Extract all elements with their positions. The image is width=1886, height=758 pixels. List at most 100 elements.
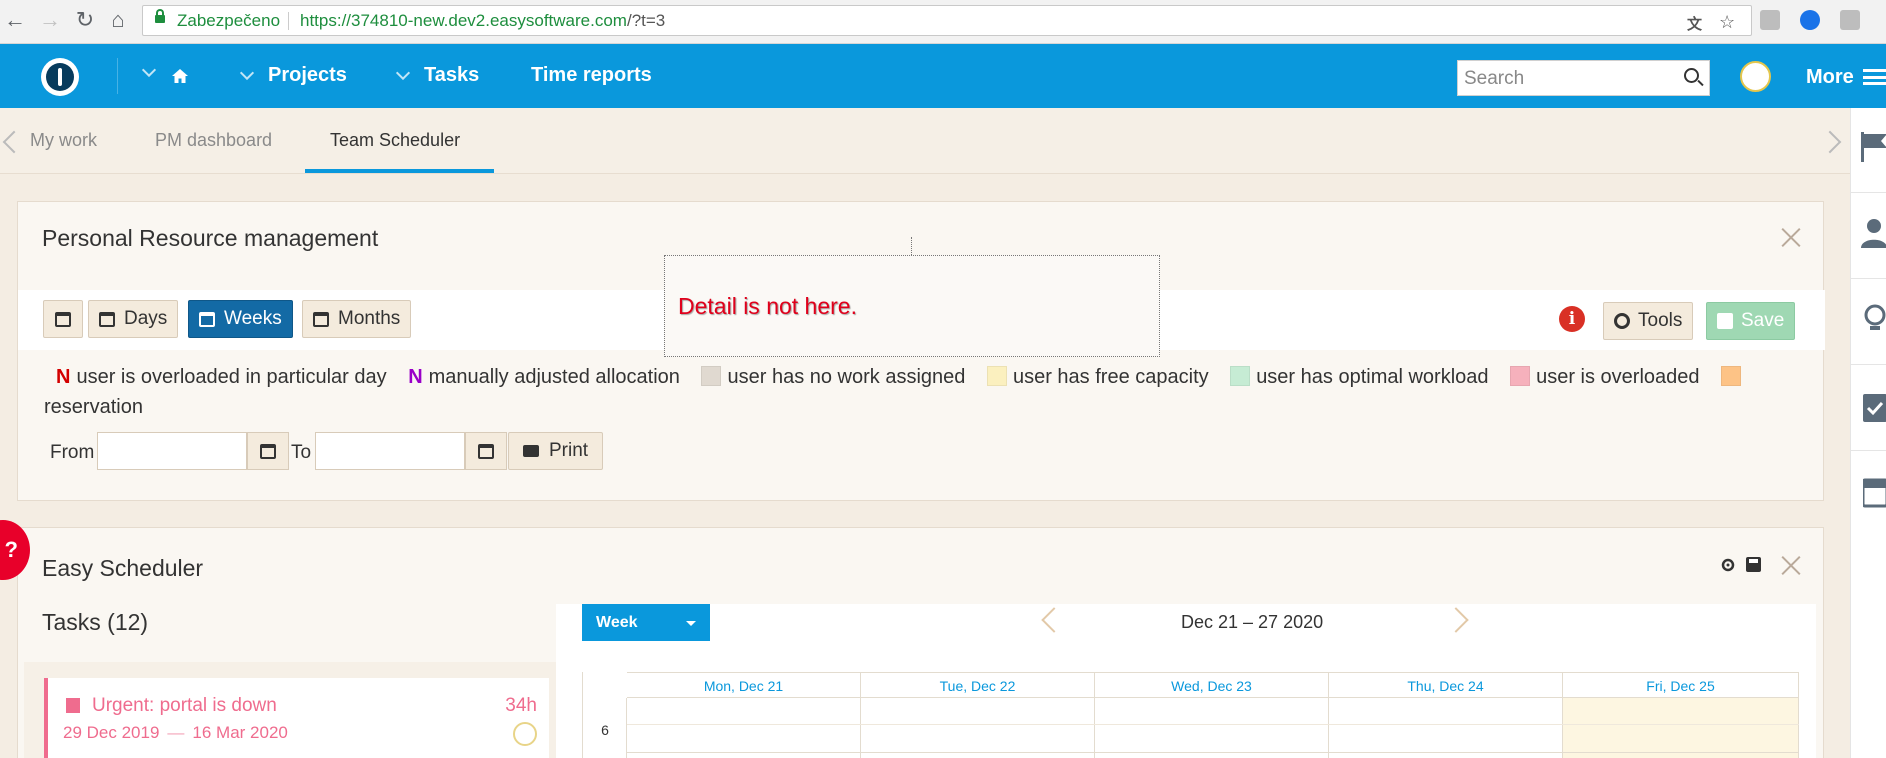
home-page-icon[interactable]: ⌂ (106, 7, 130, 32)
url-host: https://374810-new.dev2.easysoftware.com (300, 11, 627, 30)
tools-button[interactable]: Tools (1603, 302, 1694, 340)
chevron-down-icon (239, 65, 255, 80)
day-column[interactable] (861, 698, 1095, 758)
overloaded-day-mark: N (56, 366, 71, 388)
tasks-heading: Tasks (12) (42, 609, 149, 635)
day-header: Mon, Dec 21 (627, 672, 861, 698)
tab-my-work[interactable]: My work (30, 130, 97, 151)
info-icon[interactable]: i (1559, 306, 1585, 332)
hour-gridline (627, 752, 1799, 753)
flag-icon[interactable] (1861, 132, 1886, 162)
from-date-input[interactable] (97, 432, 247, 470)
nav-projects-label: Projects (268, 64, 347, 86)
close-icon[interactable] (1780, 226, 1802, 248)
url-text: https://374810-new.dev2.easysoftware.com… (300, 11, 665, 31)
hour-label: 6 (601, 722, 609, 738)
extension-search-icon[interactable] (1800, 10, 1820, 30)
tabs-right-arrow-icon[interactable] (1818, 130, 1842, 154)
to-date-picker-button[interactable] (465, 432, 507, 470)
bookmark-star-icon[interactable]: ☆ (1719, 12, 1735, 33)
tab-pm-dashboard[interactable]: PM dashboard (155, 130, 272, 151)
reload-icon[interactable]: ↻ (73, 7, 97, 32)
chevron-down-icon[interactable] (141, 62, 157, 78)
sidebar-divider (1851, 364, 1886, 365)
task-dates: 29 Dec 2019—16 Mar 2020 (63, 723, 288, 742)
task-end-date: 16 Mar 2020 (192, 723, 288, 742)
swatch-reservation (1721, 366, 1742, 386)
task-hours: 34h (505, 695, 537, 716)
view-select[interactable]: Week (582, 604, 710, 641)
swatch-free-capacity (986, 366, 1007, 386)
day-column-today[interactable] (1563, 698, 1799, 758)
day-column[interactable] (1329, 698, 1563, 758)
task-title: Urgent: portal is down (92, 695, 277, 716)
save-label: Save (1741, 310, 1785, 331)
browser-toolbar: ← → ↻ ⌂ Zabezpečeno https://374810-new.d… (0, 0, 1886, 44)
avatar[interactable] (1740, 61, 1771, 92)
sidebar-divider (1851, 278, 1886, 279)
legend-no-work: user has no work assigned (727, 366, 966, 388)
calendar-icon[interactable] (1863, 476, 1886, 508)
legend-optimal: user has optimal workload (1256, 366, 1489, 388)
calendar-icon (313, 311, 329, 327)
hour-gridline (627, 724, 1799, 725)
save-disk-icon[interactable] (1746, 557, 1761, 572)
print-button[interactable]: Print (508, 432, 604, 470)
search-icon[interactable] (1684, 68, 1699, 83)
tab-team-scheduler[interactable]: Team Scheduler (330, 130, 460, 151)
from-date-picker-button[interactable] (247, 432, 289, 470)
to-date-input[interactable] (315, 432, 465, 470)
days-button[interactable]: Days (88, 300, 179, 338)
calendar-icon (55, 311, 71, 327)
translate-icon[interactable]: 文 (1687, 13, 1702, 34)
clipboard-check-icon[interactable] (1863, 390, 1886, 422)
header-divider (117, 58, 118, 94)
today-button[interactable] (43, 300, 83, 338)
tools-label: Tools (1638, 310, 1683, 331)
tabs-left-arrow-icon[interactable] (2, 130, 26, 154)
extension-icon-2[interactable] (1840, 10, 1860, 30)
extension-icon[interactable] (1760, 10, 1780, 30)
day-header: Wed, Dec 23 (1095, 672, 1329, 698)
task-card[interactable]: Urgent: portal is down 34h 29 Dec 2019—1… (44, 678, 549, 758)
calendar-icon (478, 443, 494, 459)
gear-icon[interactable] (1720, 557, 1736, 573)
day-column[interactable] (1095, 698, 1329, 758)
swatch-overloaded (1510, 366, 1531, 386)
panel-title: Easy Scheduler (42, 555, 204, 581)
avatar[interactable] (513, 722, 537, 746)
manual-allocation-mark: N (408, 366, 423, 388)
app-header: Projects Tasks Time reports Search More (0, 44, 1886, 108)
task-start-date: 29 Dec 2019 (63, 723, 160, 742)
panel-title: Personal Resource management (42, 225, 379, 251)
days-label: Days (124, 308, 168, 329)
address-bar[interactable]: Zabezpečeno https://374810-new.dev2.easy… (142, 5, 1752, 36)
months-label: Months (338, 308, 401, 329)
day-column[interactable] (627, 698, 861, 758)
save-button[interactable]: Save (1706, 302, 1796, 340)
weeks-button[interactable]: Weeks (188, 300, 293, 338)
nav-tasks-label: Tasks (424, 64, 480, 86)
months-button[interactable]: Months (302, 300, 412, 338)
close-icon[interactable] (1780, 554, 1802, 576)
home-icon[interactable] (172, 69, 188, 83)
workload-legend: Nuser is overloaded in particular day Nm… (44, 362, 1804, 422)
logo-icon[interactable] (41, 58, 79, 96)
forward-arrow-icon[interactable]: → (38, 7, 62, 32)
lightbulb-icon[interactable] (1863, 304, 1886, 336)
back-arrow-icon[interactable]: ← (3, 7, 27, 32)
nav-tasks[interactable]: Tasks (395, 64, 480, 87)
to-label: To (291, 442, 312, 463)
lock-icon (155, 9, 165, 23)
hamburger-icon[interactable] (1863, 69, 1886, 85)
day-header: Thu, Dec 24 (1329, 672, 1563, 698)
nav-projects[interactable]: Projects (239, 64, 347, 87)
swatch-optimal (1230, 366, 1251, 386)
right-sidebar (1850, 108, 1886, 758)
more-menu[interactable]: More (1806, 66, 1854, 89)
legend-overloaded-day: user is overloaded in particular day (76, 366, 387, 388)
user-icon[interactable] (1861, 218, 1886, 248)
search-input[interactable]: Search (1457, 60, 1710, 96)
nav-time-reports[interactable]: Time reports (531, 64, 652, 87)
dashboard-tabs: My work PM dashboard Team Scheduler (0, 108, 1850, 174)
